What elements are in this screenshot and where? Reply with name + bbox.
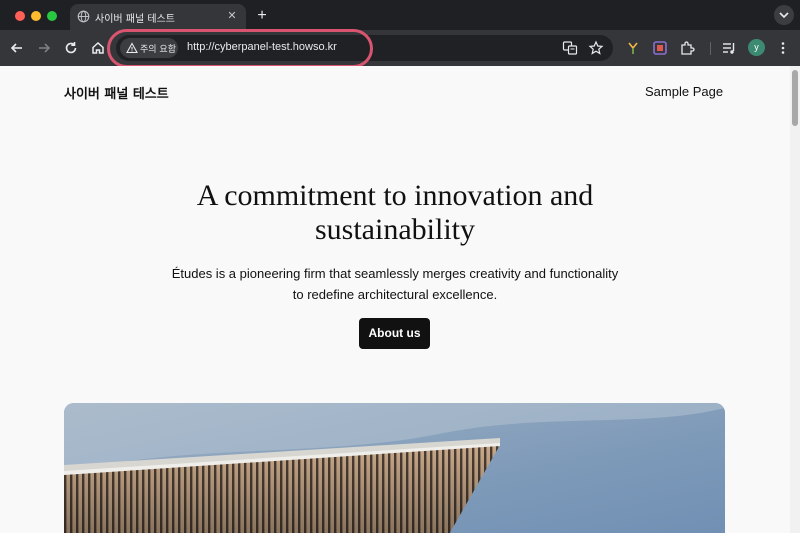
home-icon[interactable] bbox=[89, 39, 107, 57]
nav-link-sample-page[interactable]: Sample Page bbox=[645, 84, 723, 99]
building-image bbox=[64, 403, 725, 533]
scrollbar-thumb[interactable] bbox=[792, 70, 798, 126]
close-window-button[interactable] bbox=[15, 11, 25, 21]
about-us-button[interactable]: About us bbox=[359, 318, 430, 349]
chevron-down-icon bbox=[779, 12, 789, 19]
extension-capture-icon[interactable] bbox=[652, 40, 668, 56]
building-photo bbox=[64, 403, 725, 533]
reload-icon[interactable] bbox=[62, 39, 80, 57]
minimize-window-button[interactable] bbox=[31, 11, 41, 21]
web-page: 사이버 패널 테스트 Sample Page A commitment to i… bbox=[0, 66, 790, 533]
extension-leaf-icon[interactable] bbox=[625, 40, 641, 56]
tab-strip: 사이버 패널 테스트 ✕ + bbox=[0, 0, 800, 30]
url-highlight-annotation bbox=[107, 29, 373, 68]
hero-heading: A commitment to innovation and sustainab… bbox=[196, 179, 594, 246]
media-queue-icon[interactable] bbox=[721, 40, 737, 56]
new-tab-button[interactable]: + bbox=[253, 7, 271, 25]
extensions-puzzle-icon[interactable] bbox=[679, 40, 695, 56]
back-arrow-icon[interactable] bbox=[8, 39, 26, 57]
tab-search-button[interactable] bbox=[774, 5, 794, 25]
profile-avatar[interactable]: y bbox=[748, 39, 765, 56]
site-title[interactable]: 사이버 패널 테스트 bbox=[64, 83, 169, 102]
toolbar-divider bbox=[710, 42, 711, 55]
tab-title: 사이버 패널 테스트 bbox=[95, 14, 175, 25]
active-tab[interactable]: 사이버 패널 테스트 ✕ bbox=[70, 4, 246, 30]
translate-icon[interactable] bbox=[562, 40, 578, 56]
more-menu-icon[interactable] bbox=[775, 40, 791, 56]
globe-icon bbox=[77, 10, 90, 23]
maximize-window-button[interactable] bbox=[47, 11, 57, 21]
page-scrollbar[interactable] bbox=[790, 66, 800, 533]
forward-arrow-icon[interactable] bbox=[35, 39, 53, 57]
hero-description: Études is a pioneering firm that seamles… bbox=[171, 266, 619, 302]
close-tab-icon[interactable]: ✕ bbox=[224, 8, 240, 24]
bookmark-star-icon[interactable] bbox=[588, 40, 604, 56]
